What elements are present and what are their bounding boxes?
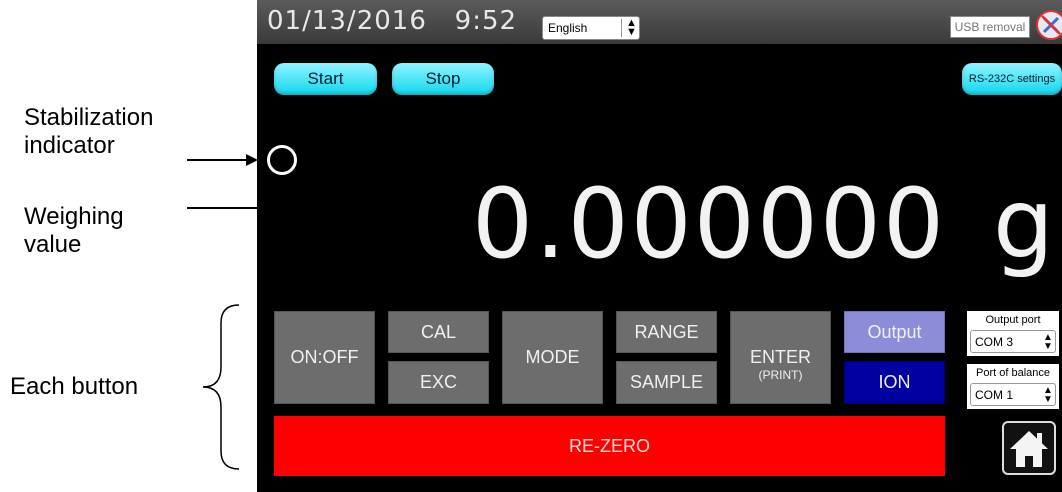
onoff-button[interactable]: ON:OFF bbox=[274, 311, 375, 404]
mode-button[interactable]: MODE bbox=[502, 311, 603, 404]
stabilization-arrow-line bbox=[187, 159, 247, 161]
annotation-stabilization-line2: indicator bbox=[24, 132, 115, 159]
language-select[interactable]: English ▲ ▼ bbox=[542, 16, 640, 40]
balance-port-label: Port of balance bbox=[976, 367, 1050, 379]
onoff-label: ON:OFF bbox=[290, 347, 359, 367]
annotation-stabilization-line1: Stabilization bbox=[24, 104, 154, 131]
output-button[interactable]: Output bbox=[844, 311, 945, 353]
exc-button[interactable]: EXC bbox=[388, 361, 489, 404]
date-display: 01/13/2016 bbox=[267, 6, 427, 36]
enter-sub-label: (PRINT) bbox=[758, 368, 803, 382]
home-button[interactable] bbox=[1002, 421, 1056, 475]
output-port-panel: Output port COM 3 ▲ ▼ bbox=[967, 311, 1059, 356]
balance-screen: 01/13/2016 9:52 English ▲ ▼ USB removal S… bbox=[257, 0, 1062, 492]
annotation-weighing: Weighing value bbox=[24, 203, 124, 259]
rs232c-settings-button[interactable]: RS-232C settings bbox=[962, 63, 1062, 95]
enter-label: ENTER bbox=[749, 347, 811, 367]
output-port-label: Output port bbox=[985, 314, 1041, 326]
weight-unit: g bbox=[993, 168, 1054, 280]
balance-port-select[interactable]: COM 1 ▲ ▼ bbox=[970, 383, 1056, 406]
rezero-button[interactable]: RE-ZERO bbox=[274, 416, 945, 476]
annotation-weighing-line1: Weighing bbox=[24, 203, 124, 230]
top-bar: 01/13/2016 9:52 English ▲ ▼ USB removal bbox=[257, 0, 1062, 44]
home-icon bbox=[1010, 431, 1048, 467]
stepper-arrows-icon: ▲ ▼ bbox=[626, 17, 637, 38]
language-separator bbox=[621, 19, 622, 37]
weighing-value: 0.000000 bbox=[472, 168, 947, 280]
stop-button[interactable]: Stop bbox=[392, 63, 494, 95]
annotation-weighing-line2: value bbox=[24, 231, 82, 258]
cal-button[interactable]: CAL bbox=[388, 311, 489, 353]
balance-port-value: COM 1 bbox=[975, 388, 1014, 402]
range-button[interactable]: RANGE bbox=[616, 311, 717, 353]
curly-brace bbox=[202, 304, 240, 470]
ion-button[interactable]: ION bbox=[844, 361, 945, 404]
annotation-each-button: Each button bbox=[10, 373, 139, 400]
sample-button[interactable]: SAMPLE bbox=[616, 361, 717, 404]
balance-port-panel: Port of balance COM 1 ▲ ▼ bbox=[967, 364, 1059, 409]
usb-removal-button[interactable]: USB removal bbox=[950, 16, 1030, 38]
usb-removal-icon[interactable] bbox=[1036, 10, 1062, 40]
output-port-select[interactable]: COM 3 ▲ ▼ bbox=[970, 330, 1056, 353]
mode-label: MODE bbox=[525, 347, 580, 367]
datetime: 01/13/2016 9:52 bbox=[267, 6, 517, 36]
usb-removal-icon-graphic bbox=[1041, 15, 1061, 35]
stabilization-indicator bbox=[267, 145, 297, 175]
annotation-stabilization: Stabilization indicator bbox=[24, 104, 153, 160]
language-value: English bbox=[548, 21, 588, 35]
start-button[interactable]: Start bbox=[274, 63, 377, 95]
stepper-arrows-icon: ▲ ▼ bbox=[1043, 385, 1053, 405]
time-display: 9:52 bbox=[454, 6, 518, 36]
enter-print-button[interactable]: ENTER (PRINT) bbox=[730, 311, 831, 404]
output-port-value: COM 3 bbox=[975, 335, 1014, 349]
stepper-arrows-icon: ▲ ▼ bbox=[1043, 332, 1053, 352]
